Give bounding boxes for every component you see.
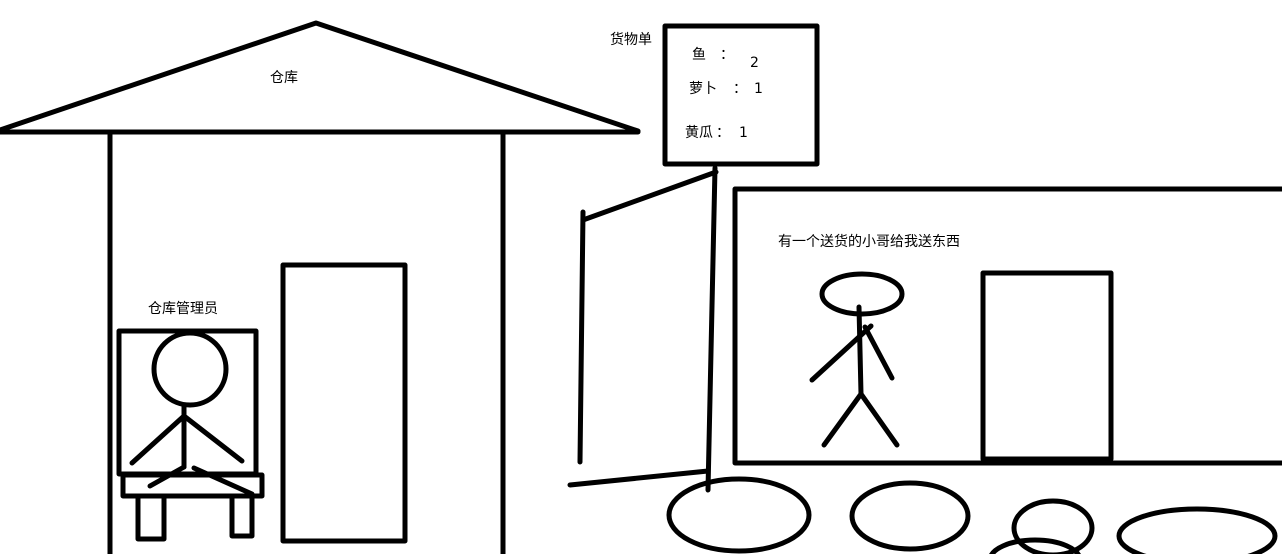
warehouse-building — [0, 20, 641, 554]
gate — [567, 165, 719, 493]
keeper-booth — [116, 328, 265, 542]
keeper-left-arm — [129, 413, 187, 466]
warehouse-title: 仓库 — [270, 70, 298, 86]
delivery-man — [809, 271, 905, 448]
cargo-item-count: 1 — [739, 125, 748, 141]
delivery-man-right-leg — [858, 391, 900, 448]
keeper-desk-right-leg — [229, 493, 255, 539]
sketch-canvas: 仓库 仓库管理员 货物单 鱼 ： 2 萝卜 ： 1 黄瓜 ： 1 有一个送货的小… — [0, 0, 1282, 554]
warehouse-door — [280, 262, 408, 544]
cargo-item-name: 黄瓜 — [685, 125, 713, 141]
cargo-item-name: 鱼 — [692, 47, 706, 63]
sign-pole — [705, 165, 718, 493]
truck-wheel — [666, 476, 812, 554]
truck-caption: 有一个送货的小哥给我送东西 — [778, 234, 960, 250]
delivery-man-head — [819, 271, 905, 317]
delivery-truck — [666, 186, 1282, 554]
keeper-desk — [120, 472, 265, 499]
cargo-item-separator: ： — [720, 47, 734, 63]
cargo-item-count: 2 — [750, 55, 759, 71]
truck-door — [980, 270, 1114, 462]
warehouse-roof — [0, 20, 641, 134]
delivery-man-left-leg — [821, 391, 864, 448]
gate-post — [577, 209, 586, 465]
truck-wheel — [849, 480, 971, 552]
gate-bar — [580, 169, 719, 223]
keeper-head — [151, 330, 229, 408]
cargo-list-title: 货物单 — [610, 32, 652, 48]
delivery-man-body — [856, 304, 864, 397]
keeper-desk-left-leg — [135, 493, 167, 542]
truck-wheel — [1116, 506, 1278, 554]
cargo-item-count: 1 — [754, 81, 763, 97]
keeper-right-arm — [181, 413, 245, 464]
cargo-item-separator: ： — [733, 81, 747, 97]
cargo-item-name: 萝卜 — [689, 81, 717, 97]
truck-wheel — [1011, 498, 1095, 554]
cargo-item-separator: ： — [716, 125, 730, 141]
truck-body — [732, 186, 1282, 466]
keeper-label: 仓库管理员 — [148, 301, 218, 317]
sketch-drawing — [0, 20, 1282, 554]
gate-ground — [567, 468, 711, 488]
delivery-man-right-arm — [862, 324, 895, 381]
